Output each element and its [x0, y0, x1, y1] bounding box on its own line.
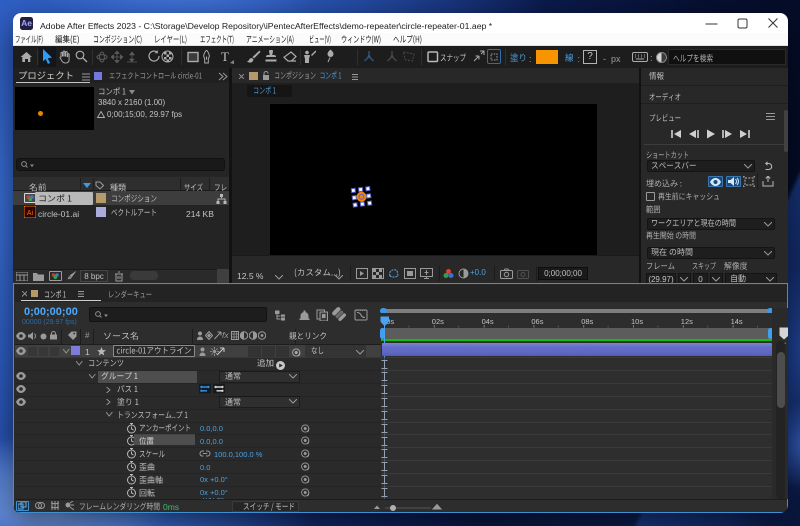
svg-text:14s: 14s — [731, 317, 743, 326]
svg-text:Ai: Ai — [27, 210, 34, 217]
svg-text:12s: 12s — [681, 317, 693, 326]
svg-text:06s: 06s — [531, 317, 543, 326]
svg-text:08s: 08s — [581, 317, 593, 326]
svg-text:10s: 10s — [631, 317, 643, 326]
svg-text:04s: 04s — [482, 317, 494, 326]
svg-text:02s: 02s — [432, 317, 444, 326]
